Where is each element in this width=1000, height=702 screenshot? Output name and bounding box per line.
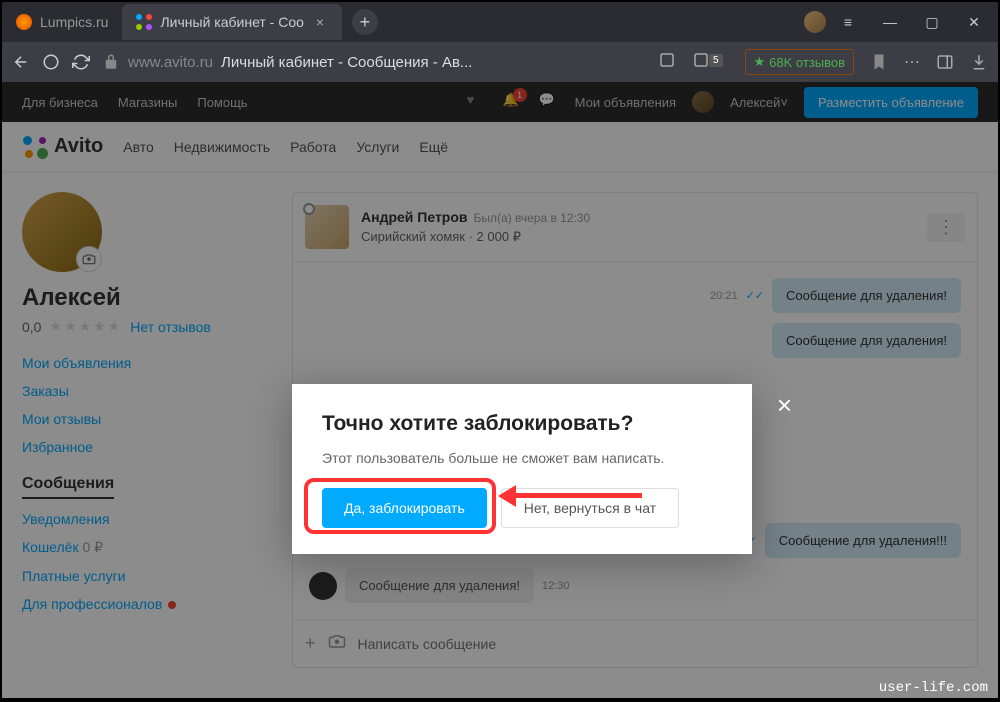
url-field[interactable]: www.avito.ru Личный кабинет - Сообщения … xyxy=(102,53,646,71)
modal-title: Точно хотите заблокировать? xyxy=(322,412,722,436)
url-title: Личный кабинет - Сообщения - Ав... xyxy=(221,54,472,71)
maximize-button[interactable]: ▢ xyxy=(912,2,952,42)
address-bar: www.avito.ru Личный кабинет - Сообщения … xyxy=(2,42,998,82)
url-domain: www.avito.ru xyxy=(128,54,213,71)
close-icon[interactable]: × xyxy=(312,14,328,30)
extension-icon[interactable] xyxy=(658,51,676,74)
tab-avito[interactable]: Личный кабинет - Соо × xyxy=(122,4,341,40)
tab-title: Личный кабинет - Соо xyxy=(160,14,303,30)
tab-lumpics[interactable]: Lumpics.ru xyxy=(2,4,122,40)
sidebar-icon[interactable] xyxy=(936,53,954,71)
back-icon[interactable] xyxy=(12,53,30,71)
block-user-modal: Точно хотите заблокировать? Этот пользов… xyxy=(292,384,752,554)
new-tab-button[interactable]: + xyxy=(352,9,378,35)
bookmark-icon[interactable] xyxy=(870,53,888,71)
modal-text: Этот пользователь больше не сможет вам н… xyxy=(322,450,722,466)
cancel-block-button[interactable]: Нет, вернуться в чат xyxy=(501,488,679,528)
more-icon[interactable]: ⋯ xyxy=(904,52,920,72)
lock-icon xyxy=(102,53,120,71)
shield-icon[interactable] xyxy=(42,53,60,71)
tab-title: Lumpics.ru xyxy=(40,14,108,30)
download-icon[interactable] xyxy=(970,53,988,71)
extension-icon[interactable]: 5 xyxy=(692,51,728,74)
reviews-badge[interactable]: ★ 68K отзывов xyxy=(745,49,855,75)
favicon-icon xyxy=(16,14,32,30)
menu-icon[interactable]: ≡ xyxy=(828,2,868,42)
browser-titlebar: Lumpics.ru Личный кабинет - Соо × + ≡ — … xyxy=(2,2,998,42)
close-button[interactable]: ✕ xyxy=(954,2,994,42)
reload-icon[interactable] xyxy=(72,53,90,71)
close-icon[interactable]: × xyxy=(777,390,792,421)
watermark: user-life.com xyxy=(879,680,988,696)
browser-profile-avatar[interactable] xyxy=(804,11,826,33)
minimize-button[interactable]: — xyxy=(870,2,910,42)
confirm-block-button[interactable]: Да, заблокировать xyxy=(322,488,487,528)
favicon-icon xyxy=(136,14,152,30)
star-icon: ★ xyxy=(754,54,766,70)
